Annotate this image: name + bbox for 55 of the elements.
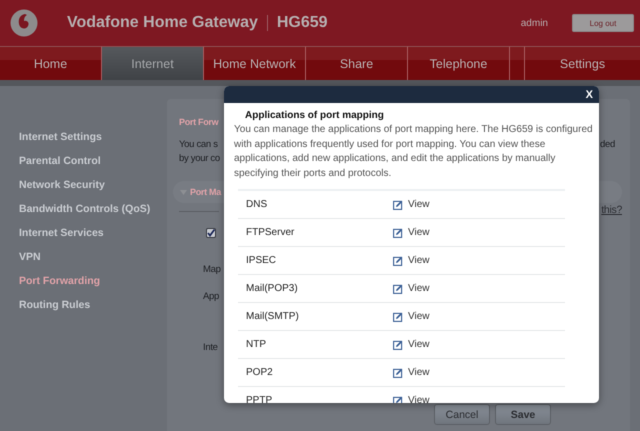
view-link[interactable]: View [393, 227, 430, 238]
nav-tab[interactable]: Internet [102, 46, 204, 80]
edit-icon [393, 228, 403, 238]
application-name: IPSEC [246, 255, 278, 266]
sidebar-item[interactable]: Network Security [19, 178, 167, 202]
sidebar-item[interactable]: Bandwidth Controls (QoS) [19, 202, 167, 226]
view-link[interactable]: View [393, 199, 430, 210]
view-link[interactable]: View [393, 283, 430, 294]
application-name: DNS [246, 199, 268, 210]
help-link[interactable]: this? [601, 204, 622, 216]
edit-icon [393, 312, 403, 322]
application-name: NTP [246, 339, 267, 350]
edit-icon [393, 396, 403, 403]
intro-text: by your co [179, 152, 220, 166]
model-name: HG659 [276, 14, 328, 32]
edit-icon [393, 200, 403, 210]
nav-tab[interactable]: Home Network [204, 46, 306, 80]
dialog-description: You can manage the applications of port mapping here. The HG659 is configured with applications frequently used for port mapping. You can view these applications, add new applications, and edit the applications by manually specifying their ports and protocols. [234, 123, 594, 180]
dialog-title: Applications of port mapping [245, 110, 385, 121]
nav-tab[interactable]: Home [0, 46, 102, 80]
view-link[interactable]: View [393, 311, 430, 322]
nav-tab[interactable]: Telephone [408, 46, 510, 80]
view-link[interactable]: View [393, 339, 430, 350]
close-button[interactable]: X [580, 88, 599, 100]
view-link[interactable]: View [393, 367, 430, 378]
application-name: POP2 [246, 367, 274, 378]
page-heading: Port Forw [179, 117, 220, 127]
logout-button[interactable]: Log out [572, 14, 634, 32]
intro-text: ded [600, 138, 615, 152]
sidebar-item[interactable]: VPN [19, 250, 167, 274]
sidebar-item[interactable]: Parental Control [19, 154, 167, 178]
edit-icon [393, 284, 403, 294]
application-name: PPTP [246, 395, 274, 403]
application-name: Mail(SMTP) [246, 311, 300, 322]
field-label: App [203, 291, 220, 302]
gateway-title: Vodafone Home Gateway [67, 14, 258, 32]
edit-icon [393, 368, 403, 378]
edit-icon [393, 256, 403, 266]
cancel-button[interactable]: Cancel [434, 404, 490, 425]
view-link[interactable]: View [393, 255, 430, 266]
sidebar-item[interactable]: Internet Services [19, 226, 167, 250]
application-name: Mail(POP3) [246, 283, 299, 294]
view-link[interactable]: View [393, 395, 430, 403]
sidebar-item[interactable]: Routing Rules [19, 298, 167, 322]
field-label: Map [203, 264, 221, 275]
user-name: admin [520, 18, 548, 28]
logo-icon [10, 9, 38, 37]
intro-text: You can s [179, 138, 218, 152]
sidebar-item[interactable]: Internet Settings [19, 130, 167, 154]
save-button[interactable]: Save [495, 404, 551, 425]
edit-icon [393, 340, 403, 350]
field-label: Inte [203, 342, 218, 353]
nav-tab[interactable]: Share [306, 46, 408, 80]
checkbox[interactable] [206, 228, 216, 238]
application-name: FTPServer [246, 227, 296, 238]
